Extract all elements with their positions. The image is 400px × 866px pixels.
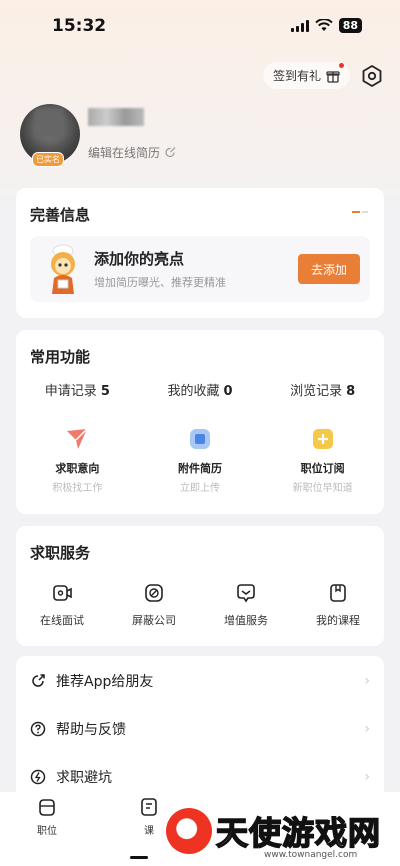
feature-label: 职位订阅 xyxy=(300,462,345,475)
stat-label: 我的收藏 xyxy=(167,384,220,399)
signin-label: 签到有礼 xyxy=(272,69,321,83)
watermark-logo-icon xyxy=(166,808,212,854)
highlight-title: 添加你的亮点 xyxy=(94,250,185,268)
add-highlight-banner[interactable]: 添加你的亮点 增加简历曝光、推荐更精准 去添加 xyxy=(30,236,370,302)
feature-job-intention[interactable]: 求职意向 积极找工作 xyxy=(16,426,139,494)
feature-attachment-resume[interactable]: 附件简历 立即上传 xyxy=(139,426,262,494)
jobs-icon xyxy=(39,799,55,816)
common-features-title: 常用功能 xyxy=(30,348,91,366)
settings-icon[interactable] xyxy=(360,64,384,88)
stat-applications[interactable]: 申请记录 5 xyxy=(16,380,139,399)
stat-value: 0 xyxy=(223,384,233,399)
job-services-card: 求职服务 在线面试 屏蔽公司 增值服务 我的课程 xyxy=(16,526,384,646)
send-icon xyxy=(67,428,88,449)
complete-info-title: 完善信息 xyxy=(30,206,91,224)
subscribe-icon xyxy=(312,429,333,449)
notification-dot xyxy=(339,63,344,68)
signin-reward-button[interactable]: 签到有礼 xyxy=(262,62,350,89)
chevron-right-icon: › xyxy=(364,673,370,689)
feature-sub: 立即上传 xyxy=(180,483,220,494)
chevron-right-icon: › xyxy=(364,721,370,737)
watermark-text: 天使游戏网 xyxy=(215,813,382,853)
course-tab-icon xyxy=(141,798,157,816)
add-highlight-button[interactable]: 去添加 xyxy=(298,254,360,284)
mascot-icon xyxy=(51,244,75,294)
stat-value: 5 xyxy=(100,384,110,399)
attachment-icon xyxy=(190,429,210,449)
stat-favorites[interactable]: 我的收藏 0 xyxy=(139,380,262,399)
service-online-interview[interactable]: 在线面试 xyxy=(16,582,108,628)
feature-sub: 积极找工作 xyxy=(52,483,103,494)
edit-resume-link[interactable]: 编辑在线简历 xyxy=(88,144,177,161)
top-actions: 签到有礼 xyxy=(262,62,384,89)
tab-label: 职位 xyxy=(37,826,57,837)
highlight-subtitle: 增加简历曝光、推荐更精准 xyxy=(94,276,226,289)
menu-item-label: 推荐App给朋友 xyxy=(56,674,154,690)
block-icon xyxy=(145,584,163,602)
stat-label: 浏览记录 xyxy=(290,384,343,399)
edit-icon xyxy=(165,147,176,158)
warning-icon xyxy=(30,769,46,785)
value-icon xyxy=(237,584,255,603)
watermark-url: www.townangel.com xyxy=(264,850,358,860)
tab-label: 课 xyxy=(144,826,154,837)
menu-item-help-feedback[interactable]: 帮助与反馈 › xyxy=(16,706,384,752)
menu-item-label: 帮助与反馈 xyxy=(56,722,126,738)
battery-indicator: 88 xyxy=(338,18,362,33)
status-time: 15:32 xyxy=(52,16,107,36)
progress-dash-icon xyxy=(352,211,368,213)
stat-history[interactable]: 浏览记录 8 xyxy=(261,380,384,399)
stat-value: 8 xyxy=(346,384,356,399)
stat-label: 申请记录 xyxy=(44,384,97,399)
course-icon xyxy=(330,584,346,602)
common-features-card: 常用功能 申请记录 5 我的收藏 0 浏览记录 8 求职意向 积极找工作 附件简历 立 xyxy=(16,330,384,514)
tab-courses[interactable]: 课 xyxy=(138,796,160,837)
services-row: 在线面试 屏蔽公司 增值服务 我的课程 xyxy=(16,582,384,628)
status-bar: 15:32 88 xyxy=(0,0,400,50)
service-block-company[interactable]: 屏蔽公司 xyxy=(108,582,200,628)
menu-item-label: 求职避坑 xyxy=(56,770,112,786)
profile-section: 已实名 编辑在线简历 xyxy=(20,104,380,174)
verified-badge: 已实名 xyxy=(32,152,64,167)
job-services-title: 求职服务 xyxy=(30,544,91,562)
chevron-right-icon: › xyxy=(364,769,370,785)
wifi-icon xyxy=(314,19,333,31)
feature-sub: 新职位早知道 xyxy=(292,483,353,494)
service-label: 在线面试 xyxy=(40,614,84,627)
service-label: 屏蔽公司 xyxy=(132,614,176,627)
service-value-added[interactable]: 增值服务 xyxy=(200,582,292,628)
status-icons: 88 xyxy=(290,18,362,33)
share-icon xyxy=(32,674,45,687)
tab-jobs[interactable]: 职位 xyxy=(36,796,58,837)
menu-item-recommend-app[interactable]: 推荐App给朋友 › xyxy=(16,658,384,704)
feature-label: 附件简历 xyxy=(178,462,222,475)
service-label: 我的课程 xyxy=(316,614,360,627)
complete-info-card: 完善信息 添加你的亮点 增加简历曝光、推荐更精准 去添加 xyxy=(16,188,384,318)
home-indicator xyxy=(130,856,148,859)
help-icon xyxy=(30,721,46,737)
user-name-blurred xyxy=(88,108,144,126)
menu-list-card: 推荐App给朋友 › 帮助与反馈 › 求职避坑 › xyxy=(16,656,384,796)
features-row: 求职意向 积极找工作 附件简历 立即上传 职位订阅 新职位早知道 xyxy=(16,426,384,494)
edit-resume-label: 编辑在线简历 xyxy=(88,146,161,160)
feature-job-subscription[interactable]: 职位订阅 新职位早知道 xyxy=(261,426,384,494)
service-my-courses[interactable]: 我的课程 xyxy=(292,582,384,628)
cellular-signal-icon xyxy=(290,19,309,32)
gift-icon xyxy=(326,70,340,83)
avatar-image xyxy=(34,108,64,138)
site-watermark: 天使游戏网 www.townangel.com xyxy=(160,806,396,862)
stats-row: 申请记录 5 我的收藏 0 浏览记录 8 xyxy=(16,380,384,399)
service-label: 增值服务 xyxy=(224,614,268,627)
video-icon xyxy=(53,585,72,601)
feature-label: 求职意向 xyxy=(55,462,100,475)
